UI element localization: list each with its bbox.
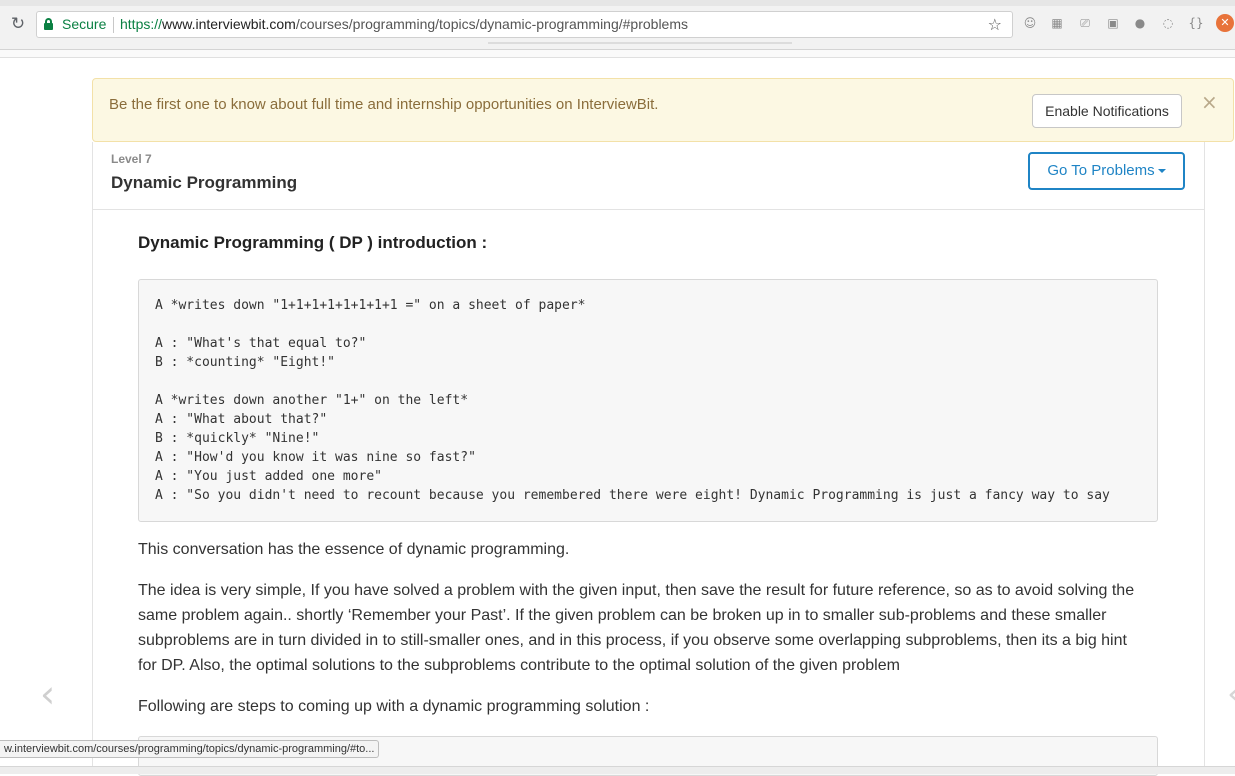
notification-text: Be the first one to know about full time… <box>109 96 659 113</box>
content-right-border <box>1204 78 1205 774</box>
paragraph: This conversation has the essence of dyn… <box>138 541 570 558</box>
progress-mark <box>488 42 792 44</box>
code-line: B : *quickly* "Nine!" <box>155 431 320 446</box>
divider <box>113 17 114 33</box>
link-status-bar: w.interviewbit.com/courses/programming/t… <box>0 740 380 758</box>
code-line: A : "What's that equal to?" <box>155 336 367 351</box>
topic-header: Level 7 Dynamic Programming Go To Proble… <box>93 142 1204 210</box>
paragraph: The idea is very simple, If you have sol… <box>138 582 1135 674</box>
secure-label: Secure <box>62 16 107 32</box>
address-bar[interactable]: Secure https://www.interviewbit.com/cour… <box>36 11 1013 38</box>
tab-strip <box>0 0 1235 6</box>
lock-icon <box>44 18 53 30</box>
next-arrow-icon[interactable]: ‹ <box>1227 675 1235 713</box>
menu-extension-icon[interactable]: ✕ <box>1216 14 1234 32</box>
notification-banner: Be the first one to know about full time… <box>92 78 1234 142</box>
url-text[interactable]: https://www.interviewbit.com/courses/pro… <box>120 12 688 37</box>
content-left-border <box>92 142 93 774</box>
grid-extension-icon[interactable]: ▦ <box>1048 14 1066 32</box>
level-label: Level 7 <box>111 152 152 166</box>
ring-extension-icon[interactable]: ◌ <box>1159 14 1177 32</box>
caret-down-icon <box>1157 169 1166 174</box>
code-line: A : "How'd you know it was nine so fast?… <box>155 450 476 465</box>
site-topbar <box>0 50 1235 58</box>
json-extension-icon[interactable]: {} <box>1187 14 1205 32</box>
code-line: A *writes down "1+1+1+1+1+1+1+1 =" on a … <box>155 298 586 313</box>
page-title: Dynamic Programming <box>111 173 298 192</box>
code-line: A *writes down another "1+" on the left* <box>155 393 469 408</box>
code-line: A : "So you didn't need to recount becau… <box>155 488 1110 503</box>
paragraph: Following are steps to coming up with a … <box>138 698 650 715</box>
circle-extension-icon[interactable]: ● <box>1131 14 1149 32</box>
bookmark-star-icon[interactable]: ☆ <box>988 12 1002 37</box>
section-title: Dynamic Programming ( DP ) introduction … <box>138 233 488 252</box>
previous-arrow-icon[interactable]: ‹ <box>40 675 55 713</box>
code-line: A : "You just added one more" <box>155 469 382 484</box>
reload-icon[interactable]: ↻ <box>8 14 28 34</box>
cast-icon[interactable]: ⎚ <box>1076 14 1094 32</box>
profile-extension-icon[interactable]: ☺ <box>1021 14 1039 32</box>
url-protocol: https:// <box>120 16 163 32</box>
code-block: A *writes down "1+1+1+1+1+1+1+1 =" on a … <box>138 279 1158 522</box>
enable-notifications-button[interactable]: Enable Notifications <box>1032 94 1182 128</box>
code-line: B : *counting* "Eight!" <box>155 355 336 370</box>
code-line: A : "What about that?" <box>155 412 328 427</box>
bottom-bar <box>0 766 1235 774</box>
go-to-problems-button[interactable]: Go To Problems <box>1028 152 1185 190</box>
url-host: www.interviewbit.com <box>162 16 296 32</box>
extension-icon[interactable]: ▣ <box>1104 14 1122 32</box>
go-to-problems-label: Go To Problems <box>1047 162 1155 179</box>
url-path: /courses/programming/topics/dynamic-prog… <box>295 16 689 32</box>
close-icon[interactable]: × <box>1201 91 1218 113</box>
